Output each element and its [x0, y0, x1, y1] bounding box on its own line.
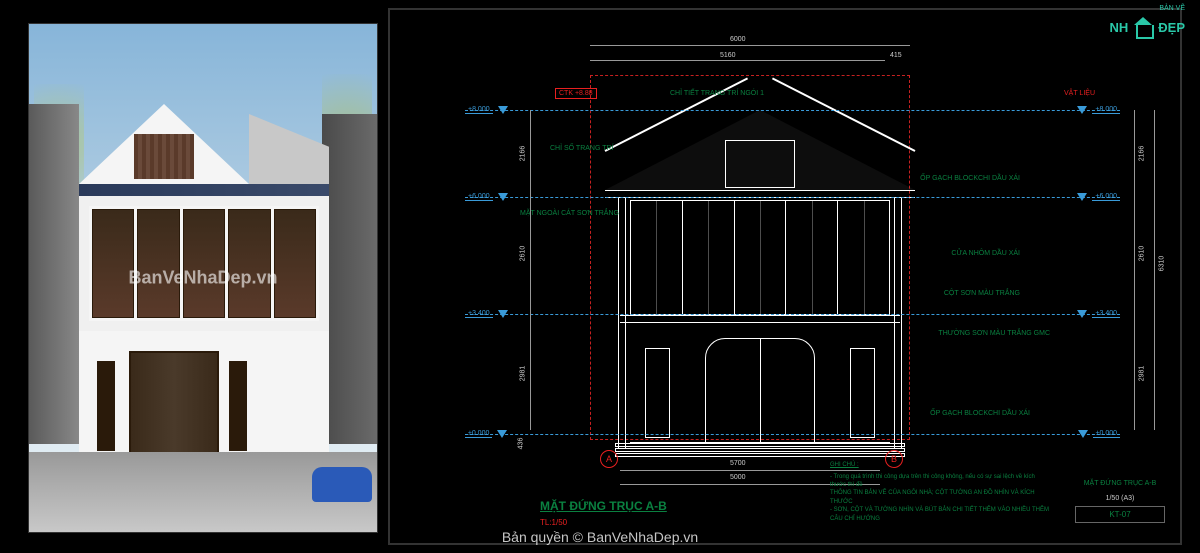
car-decoration: [312, 467, 372, 502]
dimension: 436: [517, 438, 524, 450]
notes-block: GHI CHÚ : - Trong quá trình thi công dựa…: [830, 461, 1050, 523]
neighbor-building: [29, 104, 79, 444]
annotation-label: CHỈ TIẾT TRANG TRÍ NGÓI 1: [670, 90, 764, 97]
annotation-label: CỘT SƠN MÀU TRẮNG: [944, 290, 1020, 297]
logo-text: NH: [1109, 20, 1128, 35]
annotation-label: ỐP GẠCH BLOCKCHI DẦU XÁI: [930, 410, 1030, 417]
dimension: 2166: [519, 146, 526, 162]
house-icon: [1131, 15, 1155, 39]
notes-line: - Trong quá trình thi công dựa trên thi …: [830, 473, 1050, 490]
dimension-line: [1134, 110, 1135, 430]
annotation-label: CỬA NHÔM DẦU XÁI: [951, 250, 1020, 257]
dimension: 2610: [1139, 246, 1146, 262]
drawing-scale: TL:1/50: [540, 518, 567, 527]
copyright-text: Bản quyền © BanVeNhaDep.vn: [502, 529, 698, 545]
notes-title: GHI CHÚ :: [830, 461, 1050, 469]
notes-line: - SƠN, CỘT VÀ TƯỜNG NHÌN VÀ BÚT BẢN CHI …: [830, 506, 1050, 523]
logo-text: ĐẸP: [1158, 20, 1185, 35]
dimension: 6310: [1159, 256, 1166, 272]
annotation-label: ỐP GẠCH BLOCKCHI DẦU XÁI: [920, 175, 1020, 182]
titleblock-sheet: KT-07: [1075, 506, 1165, 523]
notes-line: THÔNG TIN BẢN VẼ CỦA NGÔI NHÀ; CỘT TƯỜNG…: [830, 489, 1050, 506]
logo-badge: NH ĐẸP: [1109, 15, 1185, 39]
render-preview: BanVeNhaDep.vn: [28, 23, 378, 533]
dimension: 2981: [1139, 366, 1146, 382]
titleblock-scale: 1/50 (A3): [1075, 495, 1165, 502]
building-elevation: [620, 110, 900, 450]
grid-bubble-a: A: [600, 450, 618, 468]
house-render: [79, 104, 329, 484]
annotation-label: CHỈ SỐ TRANG TRÍ: [550, 145, 614, 152]
title-block: MẶT ĐỨNG TRỤC A-B 1/50 (A3) KT-07: [1075, 480, 1165, 523]
titleblock-name: MẶT ĐỨNG TRỤC A-B: [1075, 480, 1165, 487]
annotation-label: THƯỜNG SƠN MÀU TRẮNG GMC: [938, 330, 1050, 337]
dimension: 2610: [519, 246, 526, 262]
ground-level: [29, 452, 377, 532]
dimension: 2166: [1139, 146, 1146, 162]
annotation-label: MẶT NGOÀI CÁT SƠN TRẮNG: [520, 210, 619, 217]
cad-drawing-panel: 6000 5160 415 CTK +8.88: [388, 8, 1182, 545]
drawing-title: MẶT ĐỨNG TRỤC A-B: [540, 499, 667, 513]
dimension: 2981: [519, 366, 526, 382]
annotation-label: VẬT LIỆU: [1064, 90, 1095, 97]
logo-subtitle: BẢN VẼ: [1159, 5, 1185, 12]
dimension: 5700: [730, 460, 746, 467]
neighbor-building: [322, 114, 377, 444]
dimension-line: [530, 110, 531, 430]
dimension-line: [1154, 110, 1155, 430]
dimension: 5000: [730, 474, 746, 481]
